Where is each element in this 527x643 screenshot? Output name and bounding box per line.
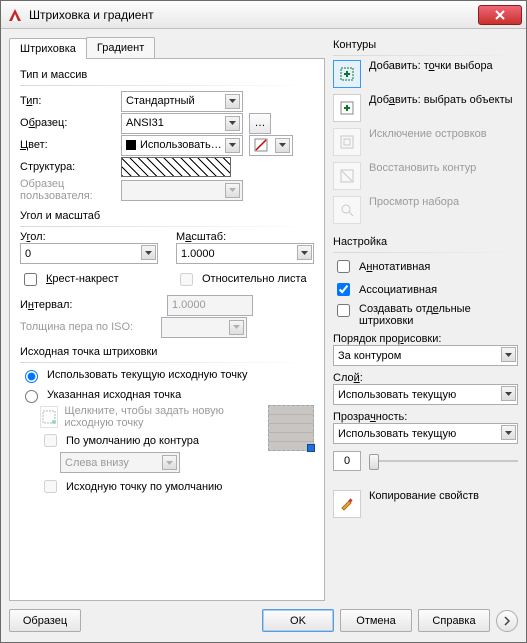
sample-label: Образец: (20, 117, 115, 129)
copy-properties-button[interactable] (333, 490, 361, 518)
preview-set-button (333, 196, 361, 224)
origin-current-radio[interactable]: Использовать текущую исходную точку (20, 367, 314, 383)
chevron-down-icon (501, 425, 516, 440)
transparency-slider[interactable] (369, 451, 518, 471)
type-combo[interactable]: Стандартный (121, 91, 243, 112)
pick-point-button (40, 406, 58, 428)
scale-label: Масштаб: (176, 231, 314, 243)
tab-gradient[interactable]: Градиент (86, 37, 155, 58)
type-label: Тип: (20, 95, 115, 107)
transparency-combo[interactable]: Использовать текущую (333, 423, 518, 444)
sample-combo[interactable]: ANSI31 (121, 113, 243, 134)
separate-hatches-checkbox[interactable]: Создавать отдельные штриховки (333, 303, 518, 327)
annotative-checkbox[interactable]: Аннотативная (333, 257, 518, 276)
scale-combo[interactable]: 1.0000 (176, 243, 314, 264)
add-pick-points-button[interactable] (333, 60, 361, 88)
layer-combo[interactable]: Использовать текущую (333, 384, 518, 405)
chevron-down-icon (275, 138, 290, 153)
dialog-window: Штриховка и градиент Штриховка Градиент … (0, 0, 527, 643)
contours-title: Контуры (333, 39, 518, 51)
draw-order-label: Порядок прорисовки: (333, 333, 518, 345)
copy-properties-label[interactable]: Копирование свойств (369, 490, 479, 502)
relative-sheet-checkbox: Относительно листа (176, 270, 314, 289)
pick-point-hint: Щелкните, чтобы задать новую исходную то… (64, 405, 262, 429)
add-select-objects-label[interactable]: Добавить: выбрать объекты (369, 94, 513, 106)
draw-order-combo[interactable]: За контуром (333, 345, 518, 366)
footer: Образец OK Отмена Справка (1, 603, 526, 642)
chevron-down-icon (162, 455, 177, 470)
structure-label: Структура: (20, 161, 115, 173)
app-icon (7, 7, 23, 23)
ok-button[interactable]: OK (262, 609, 334, 632)
tab-hatch[interactable]: Штриховка (9, 38, 87, 59)
chevron-down-icon (225, 94, 240, 109)
default-origin-checkbox: Исходную точку по умолчанию (40, 477, 262, 496)
exclude-islands-button (333, 128, 361, 156)
close-button[interactable] (478, 5, 522, 25)
preview-set-label: Просмотр набора (369, 196, 459, 208)
iso-pen-label: Толщина пера по ISO: (20, 321, 155, 333)
origin-specified-radio[interactable]: Указанная исходная точка (20, 387, 314, 403)
transparency-value[interactable]: 0 (333, 451, 361, 471)
user-sample-combo (121, 180, 243, 201)
chevron-down-icon (501, 347, 516, 362)
transparency-label: Прозрачность: (333, 411, 518, 423)
settings-title: Настройка (333, 236, 518, 248)
help-button[interactable]: Справка (418, 609, 490, 632)
chevron-down-icon (229, 320, 244, 335)
chevron-right-icon (503, 616, 511, 626)
chevron-down-icon (297, 245, 312, 260)
preview-button[interactable]: Образец (9, 609, 81, 632)
origin-preview (268, 405, 314, 451)
restore-contour-label: Восстановить контур (369, 162, 476, 174)
cancel-button[interactable]: Отмена (340, 609, 412, 632)
angle-group-title: Угол и масштаб (20, 210, 314, 222)
structure-swatch[interactable] (121, 157, 231, 177)
add-select-objects-button[interactable] (333, 94, 361, 122)
sample-browse-button[interactable]: … (249, 113, 271, 134)
chevron-down-icon (501, 386, 516, 401)
iso-pen-combo (161, 317, 247, 338)
angle-combo[interactable]: 0 (20, 243, 158, 264)
default-to-contour-checkbox: По умолчанию до контура (40, 431, 262, 450)
angle-label: Угол: (20, 231, 158, 243)
bgcolor-combo[interactable] (249, 135, 293, 156)
chevron-down-icon (225, 183, 240, 198)
chevron-down-icon (141, 245, 156, 260)
crosshatch-checkbox[interactable]: Крест-накрест (20, 270, 158, 289)
user-sample-label: Образец пользователя: (20, 178, 115, 202)
expand-button[interactable] (496, 610, 518, 632)
origin-position-combo: Слева внизу (60, 452, 180, 473)
layer-label: Слой: (333, 372, 518, 384)
window-title: Штриховка и градиент (29, 8, 478, 22)
chevron-down-icon (225, 138, 240, 153)
origin-group-title: Исходная точка штриховки (20, 346, 314, 358)
chevron-down-icon (225, 116, 240, 131)
associative-checkbox[interactable]: Ассоциативная (333, 280, 518, 299)
exclude-islands-label: Исключение островков (369, 128, 487, 140)
interval-label: Интервал: (20, 299, 115, 311)
add-pick-points-label[interactable]: Добавить: точки выбора (369, 60, 493, 72)
color-label: Цвет: (20, 139, 115, 151)
color-combo[interactable]: Использовать теку (121, 135, 243, 156)
type-group-title: Тип и массив (20, 69, 314, 81)
tab-strip: Штриховка Градиент (9, 37, 325, 58)
interval-input (167, 295, 253, 316)
restore-contour-button (333, 162, 361, 190)
titlebar[interactable]: Штриховка и градиент (1, 1, 526, 29)
none-color-icon (254, 138, 268, 152)
